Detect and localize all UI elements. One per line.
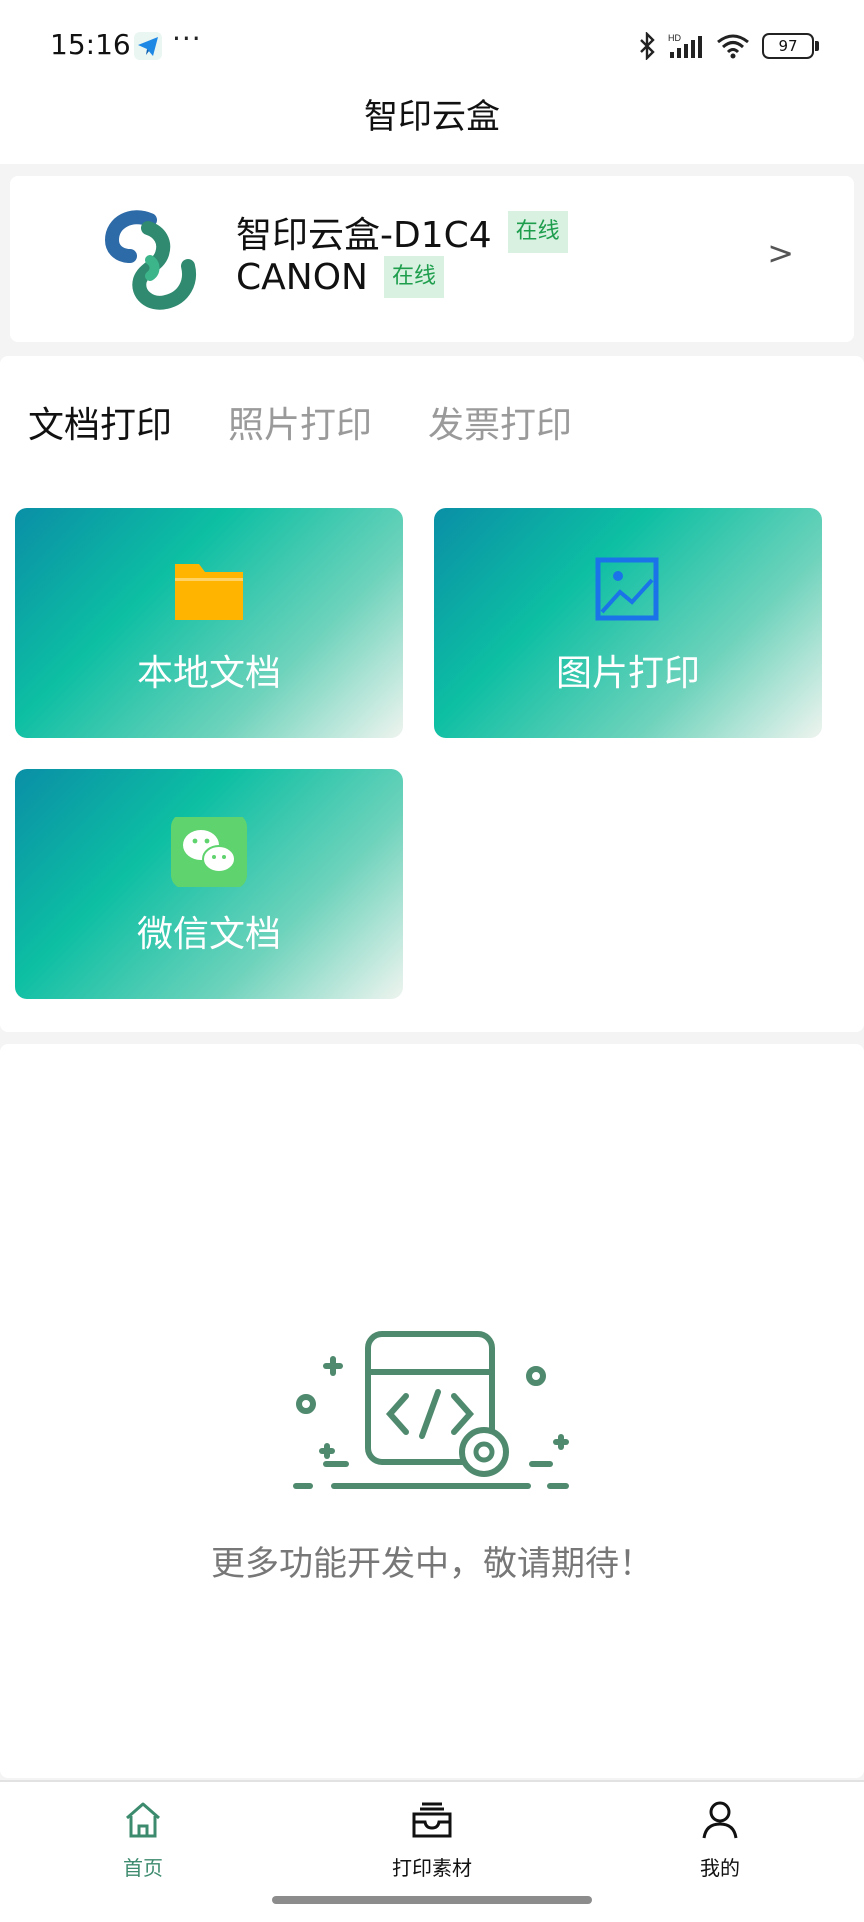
wechat-icon	[171, 817, 247, 887]
home-indicator[interactable]	[272, 1896, 592, 1904]
inbox-tray-icon	[412, 1802, 452, 1838]
svg-text:HD: HD	[668, 33, 681, 43]
more-dots: ···	[172, 22, 202, 55]
wechat-document-tile[interactable]: 微信文档	[15, 769, 403, 999]
image-print-tile[interactable]: 图片打印	[434, 508, 822, 738]
coming-soon-panel: 更多功能开发中，敬请期待！	[0, 1044, 864, 1778]
nav-home[interactable]: 首页	[63, 1798, 223, 1881]
status-badge: 在线	[507, 211, 568, 253]
printer-name: CANON	[236, 256, 368, 298]
battery-icon: 97	[762, 33, 819, 59]
status-bar: 15:16 ··· HD 97	[0, 0, 864, 92]
telegram-icon	[134, 32, 162, 60]
folder-icon	[175, 564, 243, 620]
tile-label: 本地文档	[136, 653, 281, 694]
tab-invoice-print[interactable]: 发票打印	[428, 396, 572, 448]
chevron-right-icon[interactable]: >	[767, 234, 794, 272]
print-panel: 文档打印 照片打印 发票打印 本地文档 图片打印 微信文档	[0, 356, 864, 1032]
page-title: 智印云盒	[364, 97, 500, 137]
cellular-signal-icon: HD	[668, 33, 702, 58]
image-icon	[595, 557, 659, 621]
status-icons: HD 97	[638, 28, 819, 64]
nav-label: 我的	[700, 1856, 740, 1880]
tab-document-print[interactable]: 文档打印	[28, 396, 172, 448]
tile-label: 图片打印	[555, 653, 700, 694]
wifi-icon	[717, 34, 749, 59]
device-card[interactable]: 智印云盒-D1C4 在线 CANON 在线 >	[10, 176, 854, 342]
home-icon	[126, 1802, 160, 1838]
nav-print-materials[interactable]: 打印素材	[352, 1798, 512, 1881]
user-icon	[702, 1801, 738, 1839]
nav-label: 打印素材	[392, 1856, 472, 1880]
nav-mine[interactable]: 我的	[640, 1798, 800, 1881]
status-time: 15:16	[50, 28, 131, 61]
coming-soon-text: 更多功能开发中，敬请期待！	[211, 1544, 653, 1584]
cloud-box-name: 智印云盒-D1C4	[236, 215, 492, 256]
zhiyin-logo-icon	[104, 210, 196, 310]
print-type-tabs: 文档打印 照片打印 发票打印	[28, 396, 572, 448]
status-badge: 在线	[383, 256, 444, 298]
nav-label: 首页	[123, 1856, 163, 1880]
app-header: 智印云盒	[0, 92, 864, 164]
local-document-tile[interactable]: 本地文档	[15, 508, 403, 738]
bluetooth-icon	[640, 32, 655, 60]
tab-photo-print[interactable]: 照片打印	[228, 396, 372, 448]
under-development-illustration	[293, 1331, 569, 1489]
tile-label: 微信文档	[136, 914, 281, 955]
